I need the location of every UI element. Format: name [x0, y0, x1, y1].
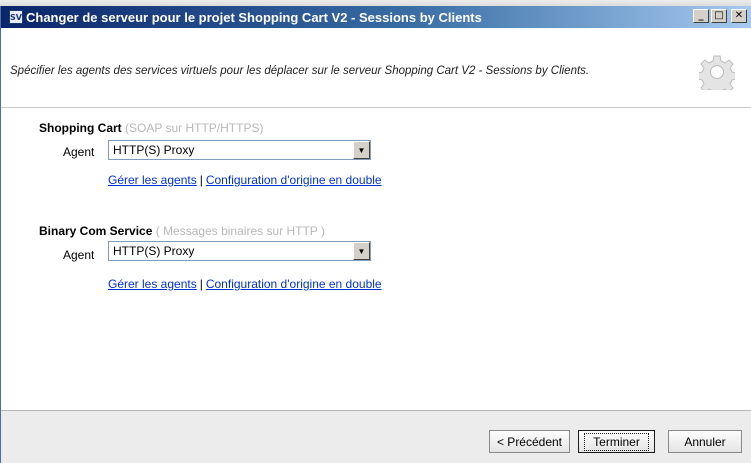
chevron-down-icon[interactable]: ▼	[353, 242, 370, 260]
close-button[interactable]: ✕	[731, 9, 747, 23]
window-title: Changer de serveur pour le projet Shoppi…	[26, 9, 482, 25]
manage-agents-link[interactable]: Gérer les agents	[108, 277, 197, 291]
agent-label: Agent	[63, 145, 95, 159]
wizard-footer: < Précédent Terminer Annuler	[1, 410, 751, 463]
minimize-button[interactable]: _	[693, 9, 709, 23]
duplicate-config-link[interactable]: Configuration d'origine en double	[206, 173, 382, 187]
links-shopping-cart: Gérer les agents | Configuration d'origine…	[108, 173, 382, 187]
finish-button-label: Terminer	[584, 432, 649, 451]
finish-button[interactable]: Terminer	[578, 430, 655, 453]
back-button-label: < Précédent	[496, 434, 563, 449]
cancel-button-label: Annuler	[684, 434, 726, 449]
header-description: Spécifier les agents des services virtue…	[10, 65, 590, 77]
links-binary-com-service: Gérer les agents | Configuration d'origine…	[108, 277, 382, 291]
duplicate-config-link[interactable]: Configuration d'origine en double	[206, 277, 382, 291]
wizard-header: Spécifier les agents des services virtue…	[1, 28, 751, 108]
app-icon: SV	[9, 10, 23, 24]
back-button[interactable]: < Précédent	[489, 430, 570, 453]
agent-select-shopping-cart[interactable]: HTTP(S) Proxy ▼	[108, 140, 371, 160]
title-bar-buttons: _ □ ✕	[693, 9, 747, 23]
section-name: Binary Com Service	[39, 224, 153, 238]
agent-label: Agent	[63, 248, 95, 262]
agent-select-value: HTTP(S) Proxy	[113, 143, 195, 157]
chevron-down-icon[interactable]: ▼	[353, 141, 370, 159]
cancel-button[interactable]: Annuler	[668, 430, 742, 453]
maximize-button[interactable]: □	[711, 9, 727, 23]
gear-icon	[699, 55, 735, 90]
manage-agents-link[interactable]: Gérer les agents	[108, 173, 197, 187]
section-subtitle: (SOAP sur HTTP/HTTPS)	[125, 121, 264, 135]
section-title-binary-com-service: Binary Com Service ( Messages binaires s…	[39, 224, 325, 238]
agent-select-binary-com-service[interactable]: HTTP(S) Proxy ▼	[108, 241, 371, 261]
section-title-shopping-cart: Shopping Cart (SOAP sur HTTP/HTTPS)	[39, 121, 263, 135]
agent-select-value: HTTP(S) Proxy	[113, 244, 195, 258]
link-separator: |	[199, 277, 203, 291]
title-bar[interactable]: SV Changer de serveur pour le projet Sho…	[1, 6, 751, 28]
section-name: Shopping Cart	[39, 121, 122, 135]
section-subtitle: ( Messages binaires sur HTTP )	[155, 224, 325, 238]
dialog-window: SV Changer de serveur pour le projet Sho…	[0, 6, 751, 463]
link-separator: |	[199, 173, 203, 187]
